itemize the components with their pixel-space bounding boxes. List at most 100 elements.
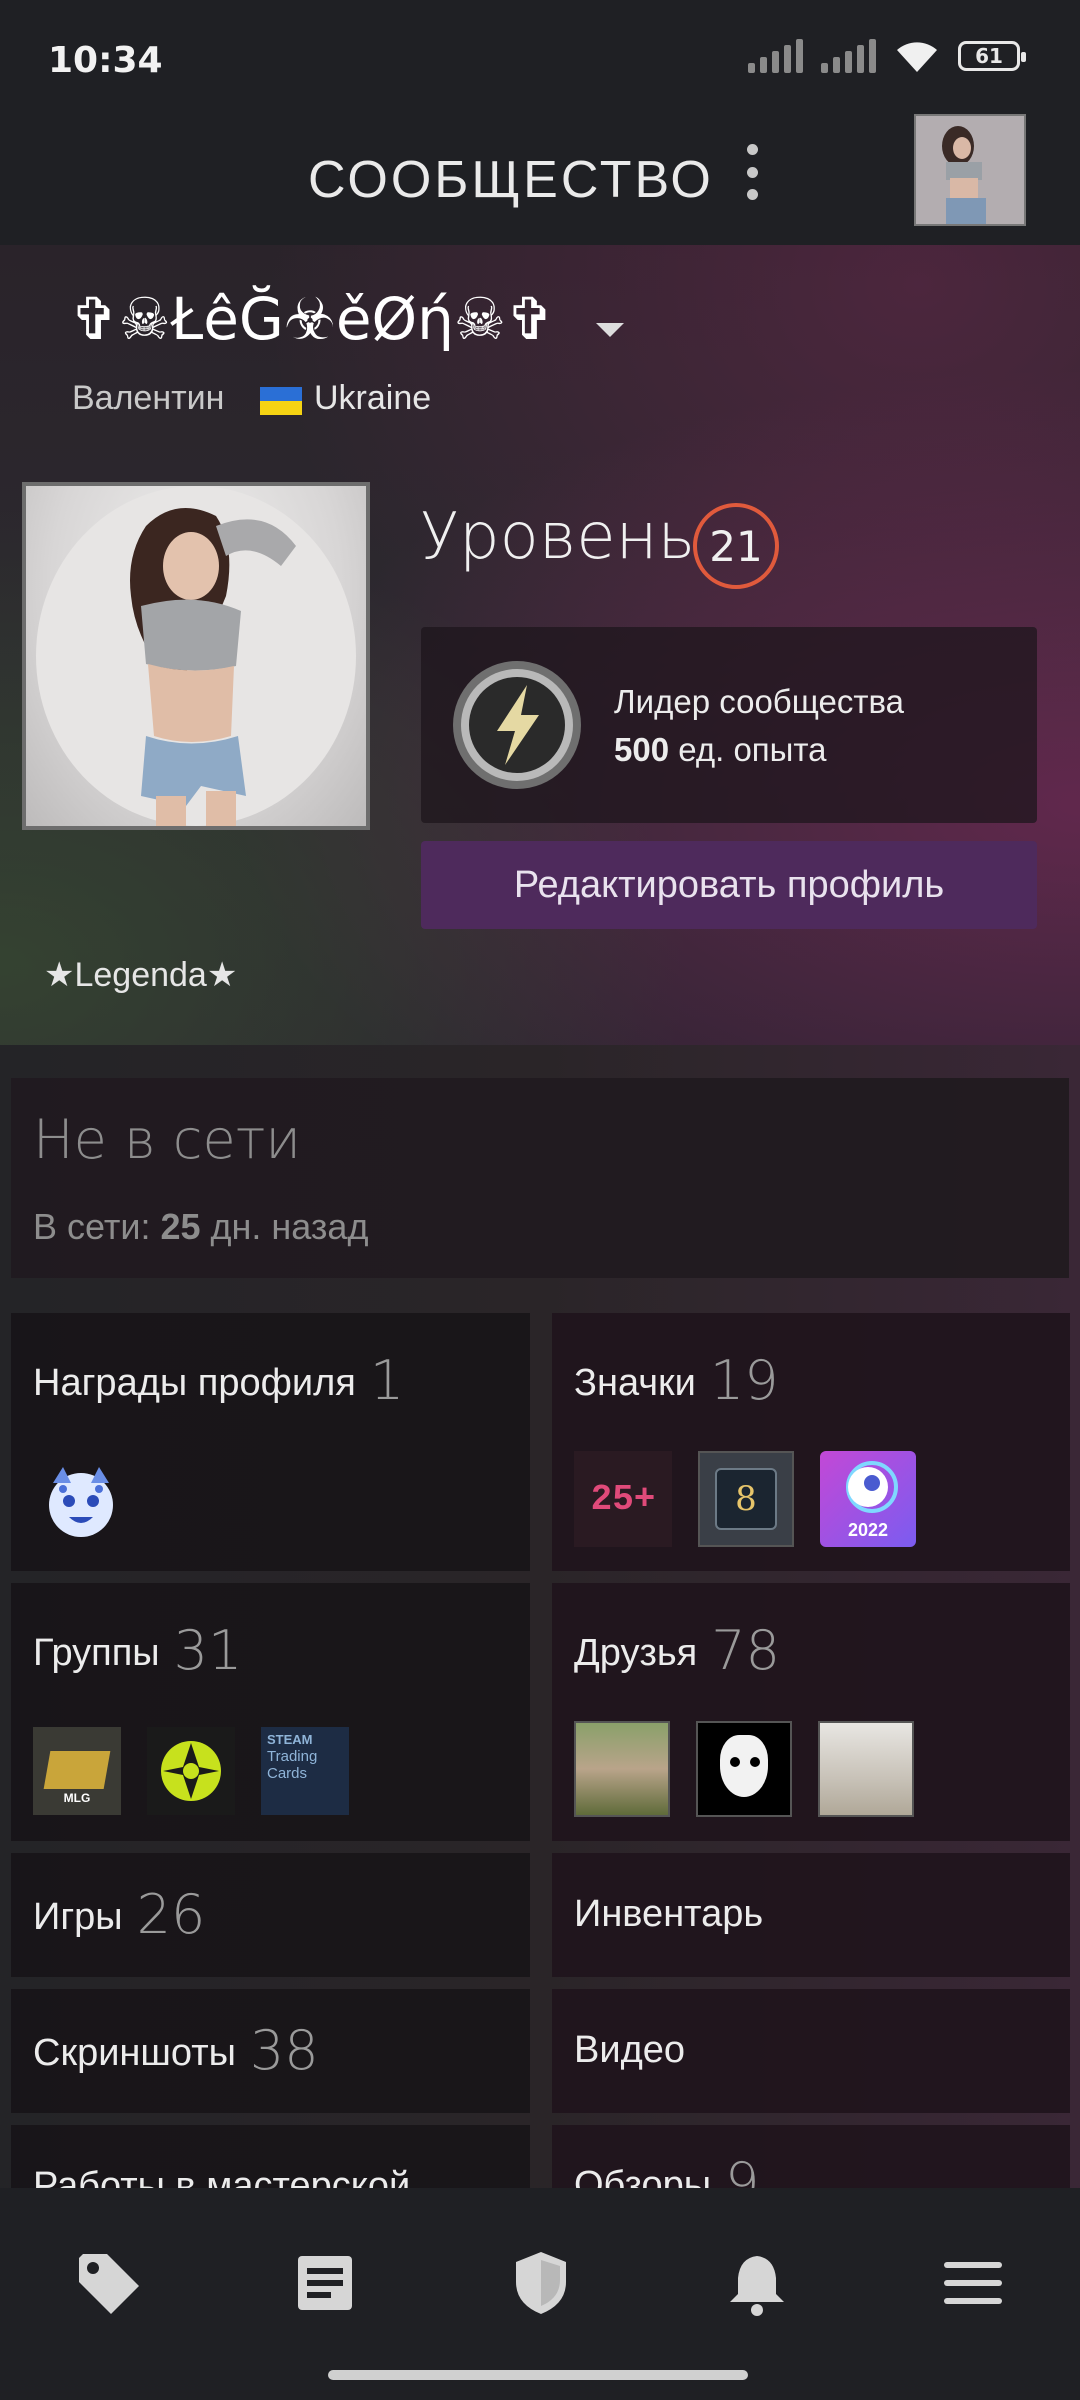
tile-label: Значки <box>574 1362 696 1404</box>
kebab-menu-icon[interactable] <box>740 144 764 200</box>
tile-count: 26 <box>136 1883 206 1946</box>
country: Ukraine <box>314 379 432 417</box>
group-steam-trading-cards-icon[interactable]: STEAM Trading Cards <box>261 1727 349 1815</box>
news-icon[interactable] <box>290 2248 360 2318</box>
tile-reviews[interactable]: Обзоры 9 <box>552 2125 1070 2188</box>
tile-badges[interactable]: Значки 19 25+ 8 2022 <box>552 1313 1070 1571</box>
status-icons: 61 <box>748 38 1026 74</box>
badge-xp: 500 ед. опыта <box>614 731 827 769</box>
profile-summary: ★Legenda★ <box>44 956 238 994</box>
profile-header: ✞☠ŁêĞ☣ěØή☠✞ Валентин Ukraine Уровень 21 … <box>0 245 1080 1045</box>
friend-avatar[interactable] <box>696 1721 792 1817</box>
tile-count: 9 <box>725 2151 760 2188</box>
user-avatar[interactable] <box>914 114 1026 226</box>
tile-label: Видео <box>574 2029 686 2071</box>
hamburger-menu-icon[interactable] <box>938 2248 1008 2318</box>
group-label-line: Cards <box>267 1765 308 1782</box>
badge-8-label: 8 <box>715 1468 777 1530</box>
signal-icon <box>748 39 803 73</box>
group-mlg-label: MLG <box>63 1791 91 1805</box>
tile-label: Инвентарь <box>574 1893 764 1935</box>
avatar-image <box>36 486 356 826</box>
level-value: 21 <box>709 521 763 571</box>
tile-title: Значки 19 <box>574 1349 779 1412</box>
group-thumbs: MLG STEAM Trading Cards <box>33 1727 349 1815</box>
friend-avatar[interactable] <box>818 1721 914 1817</box>
tile-title: Группы 31 <box>33 1619 242 1682</box>
profile-avatar <box>22 482 370 830</box>
badge-thumbs: 25+ 8 2022 <box>574 1451 916 1547</box>
level-label: Уровень <box>420 500 696 574</box>
tile-friends[interactable]: Друзья 78 <box>552 1583 1070 1841</box>
tile-label: Друзья <box>574 1632 698 1674</box>
badge-year: 2022 <box>847 1520 889 1540</box>
tile-video[interactable]: Видео <box>552 1989 1070 2113</box>
tile-screenshots[interactable]: Скриншоты 38 <box>11 1989 530 2113</box>
tile-groups[interactable]: Группы 31 MLG STEAM Trading Cards <box>11 1583 530 1841</box>
wifi-icon <box>897 42 937 72</box>
persona-name[interactable]: ✞☠ŁêĞ☣ěØή☠✞ <box>70 285 555 353</box>
friend-avatar[interactable] <box>574 1721 670 1817</box>
lightning-badge-icon <box>453 661 581 789</box>
tile-workshop[interactable]: Работы в мастерской <box>11 2125 530 2188</box>
friend-thumbs <box>574 1721 914 1817</box>
group-label-line: Trading <box>267 1748 318 1765</box>
signal-icon <box>821 39 876 73</box>
tile-count: 78 <box>711 1619 780 1682</box>
tile-title: Друзья 78 <box>574 1619 780 1682</box>
last-online-prefix: В сети: <box>33 1206 151 1247</box>
tag-icon[interactable] <box>73 2248 143 2318</box>
level-badge[interactable]: 21 <box>693 503 779 589</box>
group-steam-trading-cards-label: STEAM Trading Cards <box>267 1731 317 1782</box>
page-title: СООБЩЕСТВО <box>308 151 714 209</box>
badge-steam-2022-icon[interactable]: 2022 <box>820 1451 916 1547</box>
status-time: 10:34 <box>48 40 163 81</box>
edit-profile-button[interactable]: Редактировать профиль <box>421 841 1037 929</box>
tile-label: Обзоры <box>574 2164 712 2188</box>
home-indicator[interactable] <box>328 2370 748 2380</box>
tile-label: Награды профиля <box>33 1362 356 1404</box>
tile-label: Скриншоты <box>33 2032 236 2074</box>
badge-name: Лидер сообщества <box>614 683 904 720</box>
real-name: Валентин <box>72 379 225 417</box>
tile-profile-awards[interactable]: Награды профиля 1 <box>11 1313 530 1571</box>
tile-title: Награды профиля 1 <box>33 1349 404 1412</box>
avatar-image <box>916 116 1024 224</box>
group-label-line: STEAM <box>267 1732 313 1747</box>
bottom-navigation <box>0 2188 1080 2400</box>
online-state: Не в сети <box>33 1108 301 1171</box>
badge-25-years-icon[interactable]: 25+ <box>574 1451 672 1547</box>
leopard-award-icon <box>49 1467 113 1537</box>
badge-xp-value: 500 <box>614 731 670 768</box>
battery-level: 61 <box>975 44 1003 68</box>
tile-count: 31 <box>173 1619 243 1682</box>
tile-title: Игры 26 <box>33 1883 205 1946</box>
tile-count: 1 <box>369 1349 405 1412</box>
group-nip-icon[interactable] <box>147 1727 235 1815</box>
ukraine-flag-icon <box>260 387 302 415</box>
nip-logo-icon <box>161 1741 221 1801</box>
tile-title: Обзоры 9 <box>574 2151 759 2188</box>
app-bar: СООБЩЕСТВО <box>0 110 1080 245</box>
tile-title: Скриншоты 38 <box>33 2019 319 2082</box>
group-mlg-icon[interactable]: MLG <box>33 1727 121 1815</box>
tile-inventory[interactable]: Инвентарь <box>552 1853 1070 1977</box>
shield-icon[interactable] <box>506 2248 576 2318</box>
steam-logo-icon <box>846 1461 898 1513</box>
tile-label: Группы <box>33 1632 160 1674</box>
tile-count: 38 <box>249 2019 319 2082</box>
online-status-panel: Не в сети В сети: 25 дн. назад <box>11 1078 1069 1278</box>
tile-games[interactable]: Игры 26 <box>11 1853 530 1977</box>
tile-count: 19 <box>709 1349 779 1412</box>
battery-icon: 61 <box>958 41 1026 71</box>
bell-icon[interactable] <box>722 2248 792 2318</box>
badge-xp-unit: ед. опыта <box>678 731 827 768</box>
last-online-value: 25 <box>160 1206 201 1247</box>
featured-badge[interactable]: Лидер сообщества 500 ед. опыта <box>421 627 1037 823</box>
last-online: В сети: 25 дн. назад <box>33 1206 368 1248</box>
status-bar: 10:34 61 <box>0 0 1080 110</box>
badge-8-icon[interactable]: 8 <box>698 1451 794 1547</box>
tile-label: Работы в мастерской <box>33 2165 411 2188</box>
last-online-suffix: дн. назад <box>210 1206 369 1247</box>
chevron-down-icon[interactable] <box>596 323 624 337</box>
